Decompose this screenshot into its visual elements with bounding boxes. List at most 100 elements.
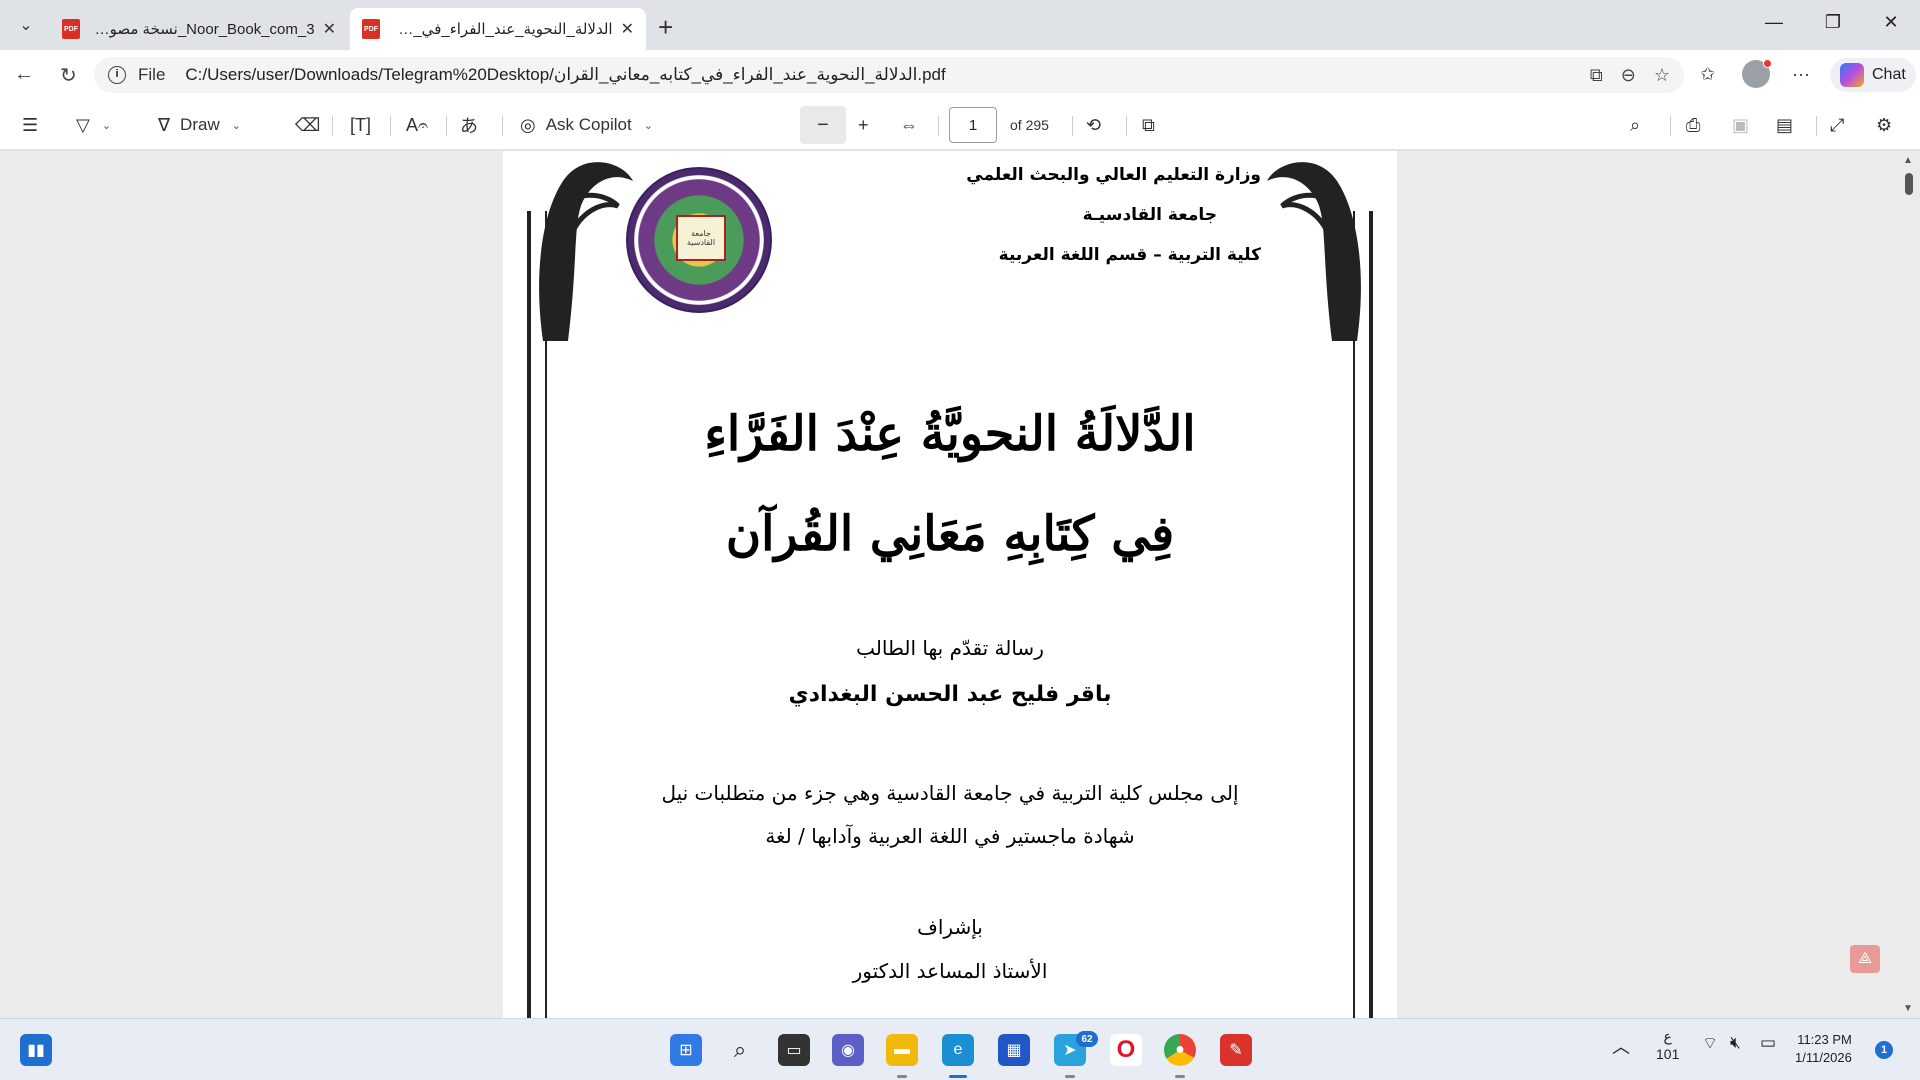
close-icon[interactable]: ✕ (621, 19, 634, 39)
widgets-icon[interactable]: ▮▮ (20, 1034, 52, 1066)
page-border-left (527, 211, 547, 1018)
show-hidden-icons-chevron[interactable]: ︿ (1612, 1033, 1630, 1059)
divider (1072, 116, 1073, 136)
new-tab-button[interactable]: + (658, 12, 673, 43)
purpose-line-2: شهادة ماجستير في اللغة العربية وآدابها /… (765, 824, 1135, 848)
restore-button[interactable]: ❐ (1818, 12, 1848, 33)
active-indicator (949, 1075, 967, 1078)
copilot-label: Ask Copilot (545, 115, 632, 134)
contents-icon[interactable]: ☰ (22, 112, 38, 138)
microsoft-store-icon[interactable]: ▦ (998, 1034, 1030, 1066)
teams-chat-icon[interactable]: ◉ (832, 1034, 864, 1066)
tab-current-pdf[interactable]: PDF الدلالة_النحوية_عند_الفراء_في_كتابه_… (350, 8, 646, 50)
pdf-icon: PDF (62, 19, 80, 39)
chevron-down-icon[interactable]: ⌄ (644, 119, 653, 132)
tab-noor-book[interactable]: PDF Noor_Book_com_3_نسخة مصورة_إ ✕ (50, 8, 348, 50)
edge-browser-icon[interactable]: e (942, 1034, 974, 1066)
print-icon[interactable]: ⎙ (1686, 112, 1700, 138)
file-explorer-icon[interactable]: ▬ (886, 1034, 918, 1066)
ministry-line: وزارة التعليم العالي والبحث العلمي (966, 165, 1261, 185)
supervision-label: بإشراف (917, 915, 983, 939)
opera-icon[interactable]: O (1110, 1034, 1142, 1066)
chat-label: Chat (1872, 66, 1906, 83)
university-line: جامعة القادسيـة (1082, 205, 1217, 225)
taskbar: ▮▮ ⊞ ⌕ ▭ ◉ ▬ e ▦ ➤ 62 O ● ✎ ︿ ع 101 ⌔ 🔇︎… (0, 1018, 1920, 1080)
battery-icon[interactable]: ▭ (1760, 1033, 1776, 1053)
divider (1816, 116, 1817, 136)
tab-actions-menu[interactable]: ⌄ (8, 10, 44, 40)
read-aloud-icon[interactable]: A𝄐 (406, 112, 428, 138)
highlight-button[interactable]: ▽ ⌄ (76, 112, 111, 138)
lang-layout: 101 (1656, 1046, 1680, 1062)
wifi-icon[interactable]: ⌔ (1702, 1033, 1718, 1054)
pen-icon: ∇ (158, 114, 171, 135)
notification-dot (1763, 59, 1772, 68)
zoom-icon[interactable]: ⊖ (1621, 65, 1636, 86)
more-menu-icon[interactable]: ··· (1792, 64, 1810, 85)
pdf-toolbar: ☰ ▽ ⌄ ∇ Draw ⌄ ⌫ [T] A𝄐 あ ◎ Ask Copilot ⌄ − +… (0, 100, 1920, 150)
highlighter-icon: ▽ (76, 114, 90, 135)
lang-script: ع (1663, 1028, 1672, 1044)
add-text-icon[interactable]: [T] (350, 112, 371, 138)
copilot-chat-button[interactable]: Chat (1830, 58, 1916, 92)
chrome-icon[interactable]: ● (1164, 1034, 1196, 1066)
vertical-scrollbar[interactable]: ▲ ▼ (1897, 151, 1920, 1018)
zoom-in-button[interactable]: + (858, 112, 869, 138)
close-icon[interactable]: ✕ (323, 19, 336, 39)
divider (1670, 116, 1671, 136)
volume-muted-icon[interactable]: 🔇︎ (1730, 1033, 1741, 1053)
running-indicator (1065, 1075, 1075, 1078)
draw-button[interactable]: ∇ Draw ⌄ (158, 112, 241, 138)
ask-copilot-button[interactable]: ◎ Ask Copilot ⌄ (520, 112, 653, 138)
eraser-icon[interactable]: ⌫ (295, 112, 320, 138)
copilot-outline-icon: ◎ (520, 114, 536, 135)
notification-badge[interactable]: 1 (1875, 1041, 1893, 1059)
window-close-button[interactable]: ✕ (1876, 12, 1906, 33)
favorite-star-icon[interactable]: ☆ (1654, 65, 1670, 86)
info-icon[interactable]: i (108, 66, 126, 84)
settings-gear-icon[interactable]: ⚙ (1876, 112, 1892, 138)
immersive-reader-icon[interactable]: ⧉ (1590, 65, 1603, 86)
purpose-line-1: إلى مجلس كلية التربية في جامعة القادسية … (661, 781, 1239, 805)
pdf-app-icon[interactable]: ✎ (1220, 1034, 1252, 1066)
chevron-down-icon[interactable]: ⌄ (232, 119, 241, 132)
divider (446, 116, 447, 136)
submitted-by: رسالة تقدّم بها الطالب (856, 636, 1044, 660)
scroll-down-icon[interactable]: ▼ (1903, 1003, 1913, 1014)
divider (1126, 116, 1127, 136)
running-indicator (1175, 1075, 1185, 1078)
start-menu-icon[interactable]: ⊞ (670, 1034, 702, 1066)
rotate-icon[interactable]: ⟲ (1086, 112, 1101, 138)
student-name: باقر فليح عبد الحسن البغدادي (788, 682, 1112, 707)
pdf-icon: PDF (362, 19, 380, 39)
favorites-icon[interactable]: ✩ (1700, 64, 1715, 85)
fullscreen-icon[interactable]: ⤢ (1830, 112, 1844, 138)
tab-title: Noor_Book_com_3_نسخة مصورة_إ (92, 21, 315, 38)
address-bar-row: ← ↻ i File C:/Users/user/Downloads/Teleg… (0, 50, 1920, 100)
scroll-up-icon[interactable]: ▲ (1903, 155, 1913, 166)
page-view-icon[interactable]: ⧉ (1142, 112, 1155, 138)
chevron-down-icon[interactable]: ⌄ (102, 119, 111, 132)
search-icon[interactable]: ⌕ (1630, 112, 1640, 138)
page-number-input[interactable]: 1 (949, 107, 997, 143)
address-input[interactable]: i File C:/Users/user/Downloads/Telegram%… (94, 57, 1684, 93)
fit-width-icon[interactable]: ⇔ (900, 112, 918, 138)
supervisor-title: الأستاذ المساعد الدكتور (852, 959, 1048, 983)
input-language[interactable]: ع 101 (1656, 1027, 1679, 1063)
search-icon[interactable]: ⌕ (724, 1034, 756, 1066)
translate-icon[interactable]: あ (460, 112, 478, 138)
clock[interactable]: 11:23 PM 1/11/2026 (1795, 1031, 1852, 1067)
minimize-button[interactable]: — (1759, 12, 1789, 33)
university-seal: جامعة القادسية (626, 167, 772, 313)
pdf-page: جامعة القادسية وزارة التعليم العالي والب… (503, 151, 1397, 1018)
acrobat-icon[interactable]: ⟁ (1850, 945, 1880, 973)
pdf-viewer[interactable]: جامعة القادسية وزارة التعليم العالي والب… (0, 151, 1920, 1018)
zoom-out-button[interactable]: − (800, 106, 846, 144)
save-as-icon[interactable]: ▤ (1776, 112, 1793, 138)
save-icon[interactable]: ▣ (1732, 112, 1749, 138)
task-view-icon[interactable]: ▭ (778, 1034, 810, 1066)
title-bar: ⌄ PDF Noor_Book_com_3_نسخة مصورة_إ ✕ PDF… (0, 0, 1920, 50)
scroll-thumb[interactable] (1905, 173, 1913, 195)
back-icon[interactable]: ← (14, 63, 34, 86)
refresh-icon[interactable]: ↻ (60, 63, 77, 88)
